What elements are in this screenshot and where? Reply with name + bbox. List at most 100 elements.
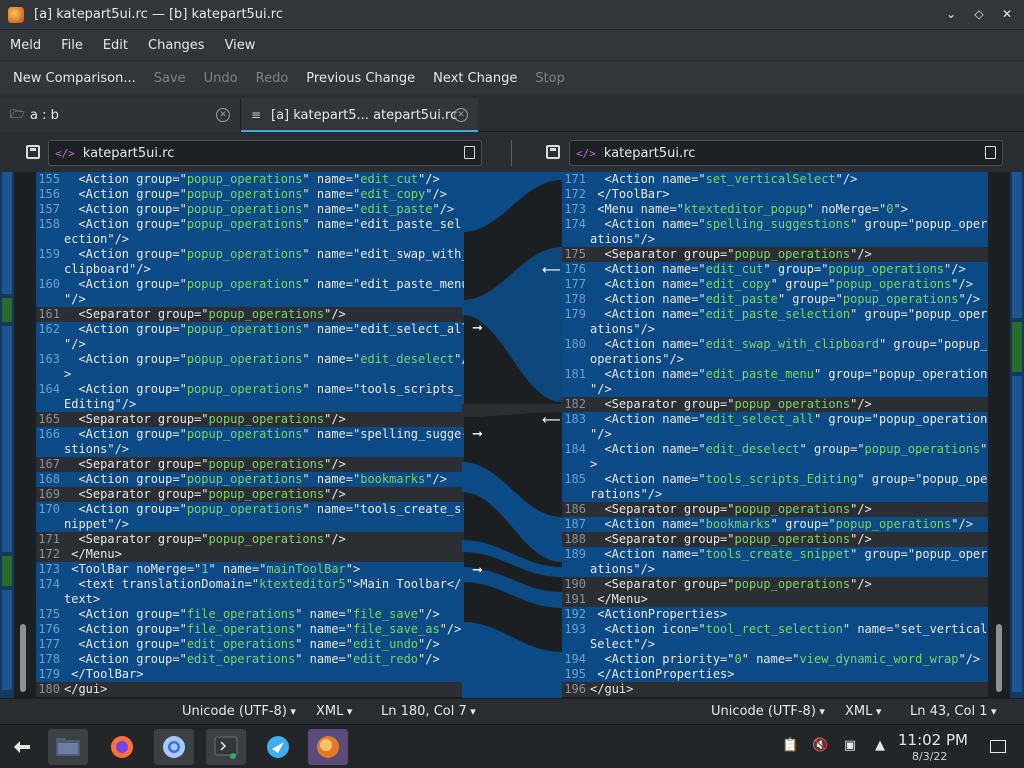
code-line[interactable]: 160 <Action group="popup_operations" nam… bbox=[36, 277, 464, 292]
code-line[interactable]: 176 <Action group="file_operations" name… bbox=[36, 622, 464, 637]
meld-icon[interactable] bbox=[308, 729, 348, 765]
firefox-icon[interactable] bbox=[102, 729, 142, 765]
save-right-icon[interactable] bbox=[546, 145, 560, 159]
left-text-pane[interactable]: 155 <Action group="popup_operations" nam… bbox=[36, 172, 464, 698]
tab-file-comparison[interactable]: ≡ [a] katepart5... atepart5ui.rc ✕ bbox=[240, 98, 478, 132]
diff-link-map[interactable]: ➞ ⟵ ➞ ⟵ ➞ bbox=[462, 172, 562, 698]
code-line[interactable]: "/> bbox=[562, 382, 988, 397]
code-line[interactable]: 167 <Separator group="popup_operations"/… bbox=[36, 457, 464, 472]
code-line[interactable]: 183 <Action name="edit_select_all" group… bbox=[562, 412, 988, 427]
save-button[interactable]: Save bbox=[145, 71, 195, 86]
code-line[interactable]: 158 <Action group="popup_operations" nam… bbox=[36, 217, 464, 232]
terminal-icon[interactable] bbox=[206, 729, 246, 765]
minimize-icon[interactable]: ⌄ bbox=[944, 7, 958, 21]
right-encoding-select[interactable]: Unicode (UTF-8) bbox=[711, 704, 825, 719]
code-line[interactable]: 178 <Action name="edit_paste" group="pop… bbox=[562, 292, 988, 307]
code-line[interactable]: 156 <Action group="popup_operations" nam… bbox=[36, 187, 464, 202]
menu-changes[interactable]: Changes bbox=[138, 38, 215, 53]
code-line[interactable]: 171 <Separator group="popup_operations"/… bbox=[36, 532, 464, 547]
code-line[interactable]: 157 <Action group="popup_operations" nam… bbox=[36, 202, 464, 217]
right-scrollbar[interactable] bbox=[992, 172, 1008, 698]
code-line[interactable]: 162 <Action group="popup_operations" nam… bbox=[36, 322, 464, 337]
code-line[interactable]: 185 <Action name="tools_scripts_Editing"… bbox=[562, 472, 988, 487]
show-desktop-icon[interactable] bbox=[990, 740, 1006, 753]
code-line[interactable]: 181 <Action name="edit_paste_menu" group… bbox=[562, 367, 988, 382]
previous-change-button[interactable]: Previous Change bbox=[297, 71, 424, 86]
code-line[interactable]: 188 <Separator group="popup_operations"/… bbox=[562, 532, 988, 547]
code-line[interactable]: 173 <Menu name="ktexteditor_popup" noMer… bbox=[562, 202, 988, 217]
right-syntax-select[interactable]: XML bbox=[845, 704, 881, 719]
left-scrollbar[interactable] bbox=[16, 172, 32, 698]
right-chunk-map[interactable] bbox=[1010, 172, 1024, 698]
code-line[interactable]: 175 <Separator group="popup_operations"/… bbox=[562, 247, 988, 262]
new-comparison-button[interactable]: New Comparison... bbox=[0, 71, 145, 86]
close-tab-icon[interactable]: ✕ bbox=[454, 108, 468, 122]
code-line[interactable]: > bbox=[36, 367, 464, 382]
clock-time[interactable]: 11:02 PM bbox=[898, 731, 968, 749]
code-line[interactable]: 180 <Action name="edit_swap_with_clipboa… bbox=[562, 337, 988, 352]
right-text-pane[interactable]: 171 <Action name="set_verticalSelect"/> 1… bbox=[562, 172, 988, 698]
code-line[interactable]: 171 <Action name="set_verticalSelect"/> bbox=[562, 172, 988, 187]
code-line[interactable]: 178 <Action group="edit_operations" name… bbox=[36, 652, 464, 667]
save-left-icon[interactable] bbox=[26, 145, 40, 159]
code-line[interactable]: 163 <Action group="popup_operations" nam… bbox=[36, 352, 464, 367]
code-line[interactable]: ection"/> bbox=[36, 232, 464, 247]
code-line[interactable]: 159 <Action group="popup_operations" nam… bbox=[36, 247, 464, 262]
open-file-right-icon[interactable] bbox=[985, 146, 996, 159]
code-line[interactable]: 172 </Menu> bbox=[36, 547, 464, 562]
tab-folder-comparison[interactable]: 🗁 a : b ✕ bbox=[0, 98, 240, 132]
code-line[interactable]: 194 <Action priority="0" name="view_dyna… bbox=[562, 652, 988, 667]
code-line[interactable]: 172 </ToolBar> bbox=[562, 187, 988, 202]
code-line[interactable]: ations"/> bbox=[562, 232, 988, 247]
left-file-field[interactable]: </> katepart5ui.rc bbox=[48, 140, 482, 166]
clipboard-icon[interactable]: 📋 bbox=[782, 738, 798, 754]
code-line[interactable]: "/> bbox=[562, 427, 988, 442]
code-line[interactable]: ations"/> bbox=[562, 322, 988, 337]
file-manager-icon[interactable] bbox=[48, 729, 88, 765]
code-line[interactable]: 192 <ActionProperties> bbox=[562, 607, 988, 622]
left-cursor-position[interactable]: Ln 180, Col 7 bbox=[381, 704, 476, 719]
left-syntax-select[interactable]: XML bbox=[316, 704, 352, 719]
menu-edit[interactable]: Edit bbox=[93, 38, 138, 53]
code-line[interactable]: 161 <Separator group="popup_operations"/… bbox=[36, 307, 464, 322]
code-line[interactable]: 196 </gui> bbox=[562, 682, 988, 697]
code-line[interactable]: "/> bbox=[36, 292, 464, 307]
close-tab-icon[interactable]: ✕ bbox=[216, 108, 230, 122]
code-line[interactable]: 193 <Action icon="tool_rect_selection" n… bbox=[562, 622, 988, 637]
show-hidden-icons[interactable]: ▲ bbox=[872, 738, 888, 754]
kde-connect-icon[interactable] bbox=[258, 729, 298, 765]
code-line[interactable]: rations"/> bbox=[562, 487, 988, 502]
code-line[interactable]: stions"/> bbox=[36, 442, 464, 457]
code-line[interactable]: nippet"/> bbox=[36, 517, 464, 532]
code-line[interactable]: operations"/> bbox=[562, 352, 988, 367]
redo-button[interactable]: Redo bbox=[247, 71, 298, 86]
code-line[interactable]: 155 <Action group="popup_operations" nam… bbox=[36, 172, 464, 187]
chromium-icon[interactable] bbox=[154, 729, 194, 765]
code-line[interactable]: 190 <Separator group="popup_operations"/… bbox=[562, 577, 988, 592]
volume-muted-icon[interactable]: 🔇 bbox=[812, 738, 828, 754]
undo-button[interactable]: Undo bbox=[195, 71, 247, 86]
code-line[interactable]: 166 <Action group="popup_operations" nam… bbox=[36, 427, 464, 442]
code-line[interactable]: 174 <Action name="spelling_suggestions" … bbox=[562, 217, 988, 232]
code-line[interactable]: 174 <text translationDomain="ktexteditor… bbox=[36, 577, 464, 592]
open-file-left-icon[interactable] bbox=[464, 146, 475, 159]
code-line[interactable]: text> bbox=[36, 592, 464, 607]
code-line[interactable]: 177 <Action group="edit_operations" name… bbox=[36, 637, 464, 652]
menu-file[interactable]: File bbox=[51, 38, 93, 53]
code-line[interactable]: 164 <Action group="popup_operations" nam… bbox=[36, 382, 464, 397]
menu-meld[interactable]: Meld bbox=[0, 38, 51, 53]
stop-button[interactable]: Stop bbox=[526, 71, 574, 86]
code-line[interactable]: 170 <Action group="popup_operations" nam… bbox=[36, 502, 464, 517]
code-line[interactable]: 173 <ToolBar noMerge="1" name="mainToolB… bbox=[36, 562, 464, 577]
clock-date[interactable]: 8/3/22 bbox=[912, 750, 947, 763]
code-line[interactable]: 191 </Menu> bbox=[562, 592, 988, 607]
code-line[interactable]: 180 </gui> bbox=[36, 682, 464, 697]
next-change-button[interactable]: Next Change bbox=[424, 71, 526, 86]
close-icon[interactable]: ✕ bbox=[1000, 7, 1014, 21]
code-line[interactable]: 165 <Separator group="popup_operations"/… bbox=[36, 412, 464, 427]
code-line[interactable]: Select"/> bbox=[562, 637, 988, 652]
code-line[interactable]: > bbox=[562, 457, 988, 472]
code-line[interactable]: 168 <Action group="popup_operations" nam… bbox=[36, 472, 464, 487]
code-line[interactable]: 175 <Action group="file_operations" name… bbox=[36, 607, 464, 622]
maximize-icon[interactable]: ◇ bbox=[972, 7, 986, 21]
